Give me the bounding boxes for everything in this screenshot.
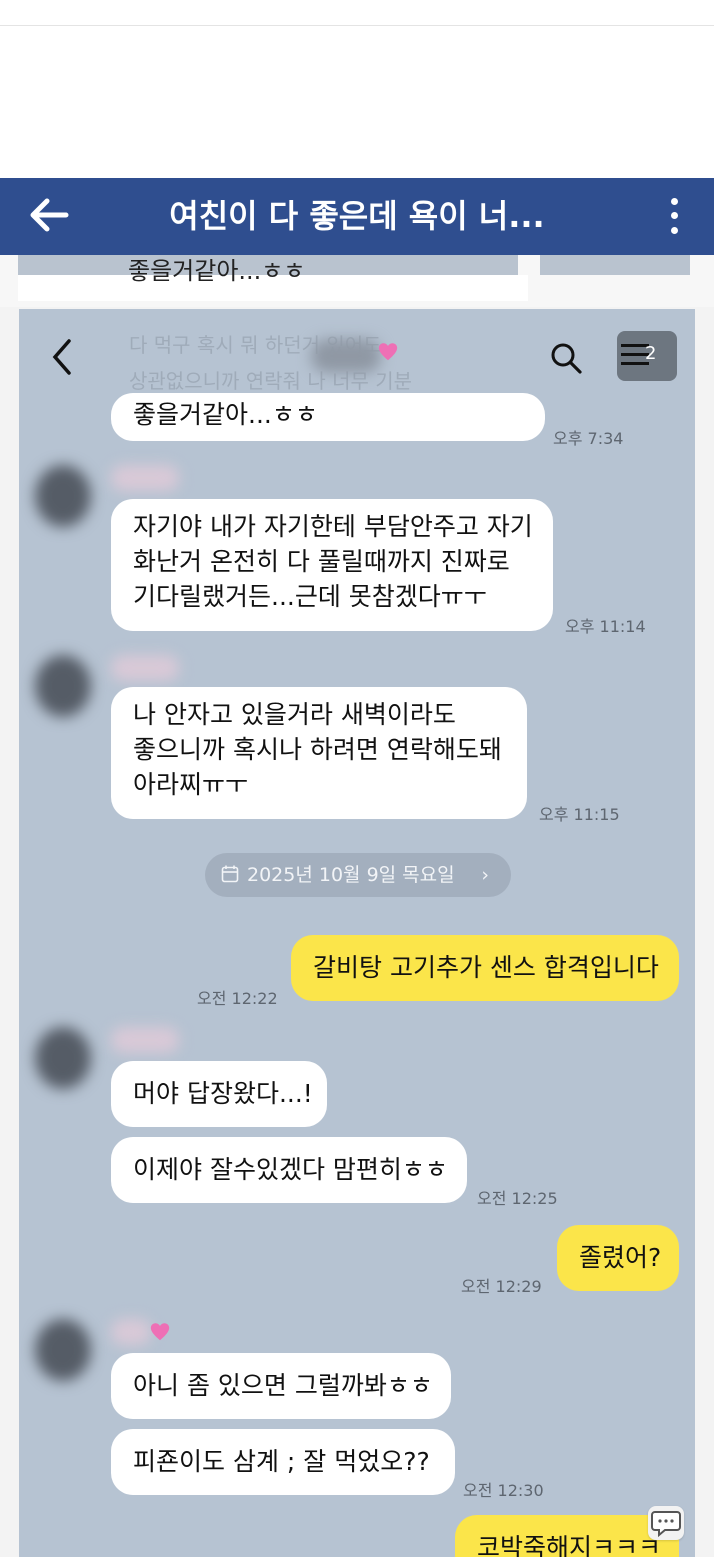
more-options-icon[interactable] <box>664 194 684 238</box>
blurred-avatar <box>35 1319 91 1381</box>
message-bubble: 머야 답장왔다...! <box>111 1061 327 1127</box>
heart-emoji-icon <box>378 343 398 361</box>
arrow-left-icon <box>30 198 69 232</box>
my-message-bubble: 졸렸어? <box>557 1225 679 1291</box>
post-title: 여친이 다 좋은데 욕이 너... <box>169 197 545 235</box>
message-bubble: 아니 좀 있으면 그럴까봐ㅎㅎ <box>111 1353 451 1419</box>
calendar-icon <box>221 865 239 883</box>
message-bubble: 자기야 내가 자기한테 부담안주고 자기 화난거 온전히 다 풀릴때까지 진짜로… <box>111 499 553 631</box>
my-message-bubble: 코박죽해지ㅋㅋㅋ <box>455 1515 679 1557</box>
message-bubble: 좋을거같아...ㅎㅎ <box>111 393 545 441</box>
top-blank-area <box>0 0 714 178</box>
message-time: 오전 12:29 <box>461 1277 542 1296</box>
heart-emoji-icon <box>150 1323 170 1341</box>
message-bubble: 피죤이도 삼계 ; 잘 먹었오?? <box>111 1429 455 1495</box>
blurred-avatar <box>35 465 91 527</box>
message-time: 오전 12:22 <box>197 989 278 1008</box>
strip-text: 좋을거같아...ㅎㅎ <box>128 257 306 285</box>
back-arrow-button[interactable] <box>26 192 72 238</box>
chevron-right-icon: › <box>481 864 489 886</box>
blurred-sender-name <box>111 1319 151 1345</box>
blurred-sender-name <box>111 1027 179 1053</box>
my-message-bubble: 갈비탕 고기추가 센스 합격입니다 <box>291 935 679 1001</box>
search-icon[interactable] <box>549 341 583 375</box>
previous-screenshot-strip: 좋을거같아...ㅎㅎ <box>0 255 714 307</box>
blurred-avatar <box>35 1027 91 1089</box>
date-divider[interactable]: 2025년 10월 9일 목요일 › <box>205 853 511 897</box>
date-divider-label: 2025년 10월 9일 목요일 <box>247 864 455 886</box>
message-bubble: 나 안자고 있을거라 새벽이라도 좋으니까 혹시나 하려면 연락해도돼 아라찌ㅠ… <box>111 687 527 819</box>
message-time: 오후 11:14 <box>565 617 646 636</box>
blurred-sender-name <box>111 655 179 681</box>
message-time: 오후 7:34 <box>553 429 624 448</box>
message-time: 오전 12:30 <box>463 1481 544 1500</box>
chevron-left-icon[interactable] <box>47 337 75 377</box>
comment-button[interactable] <box>648 1506 684 1540</box>
chat-bubble-icon <box>651 1511 681 1538</box>
menu-button[interactable]: 2 <box>617 331 677 381</box>
blurred-avatar <box>35 655 91 717</box>
blurred-sender-name <box>111 465 179 491</box>
menu-badge-count: 2 <box>645 343 657 364</box>
message-bubble: 이제야 잘수있겠다 맘편히ㅎㅎ <box>111 1137 467 1203</box>
post-header: 여친이 다 좋은데 욕이 너... <box>0 178 714 255</box>
blurred-contact-name <box>311 339 381 373</box>
top-divider <box>0 25 714 26</box>
message-time: 오전 12:25 <box>477 1189 558 1208</box>
message-time: 오후 11:15 <box>539 805 620 824</box>
chat-screenshot: 다 먹구 혹시 뭐 하던거 있어도 상관없으니까 연락줘 나 너무 기분 2 좋… <box>19 309 695 1557</box>
